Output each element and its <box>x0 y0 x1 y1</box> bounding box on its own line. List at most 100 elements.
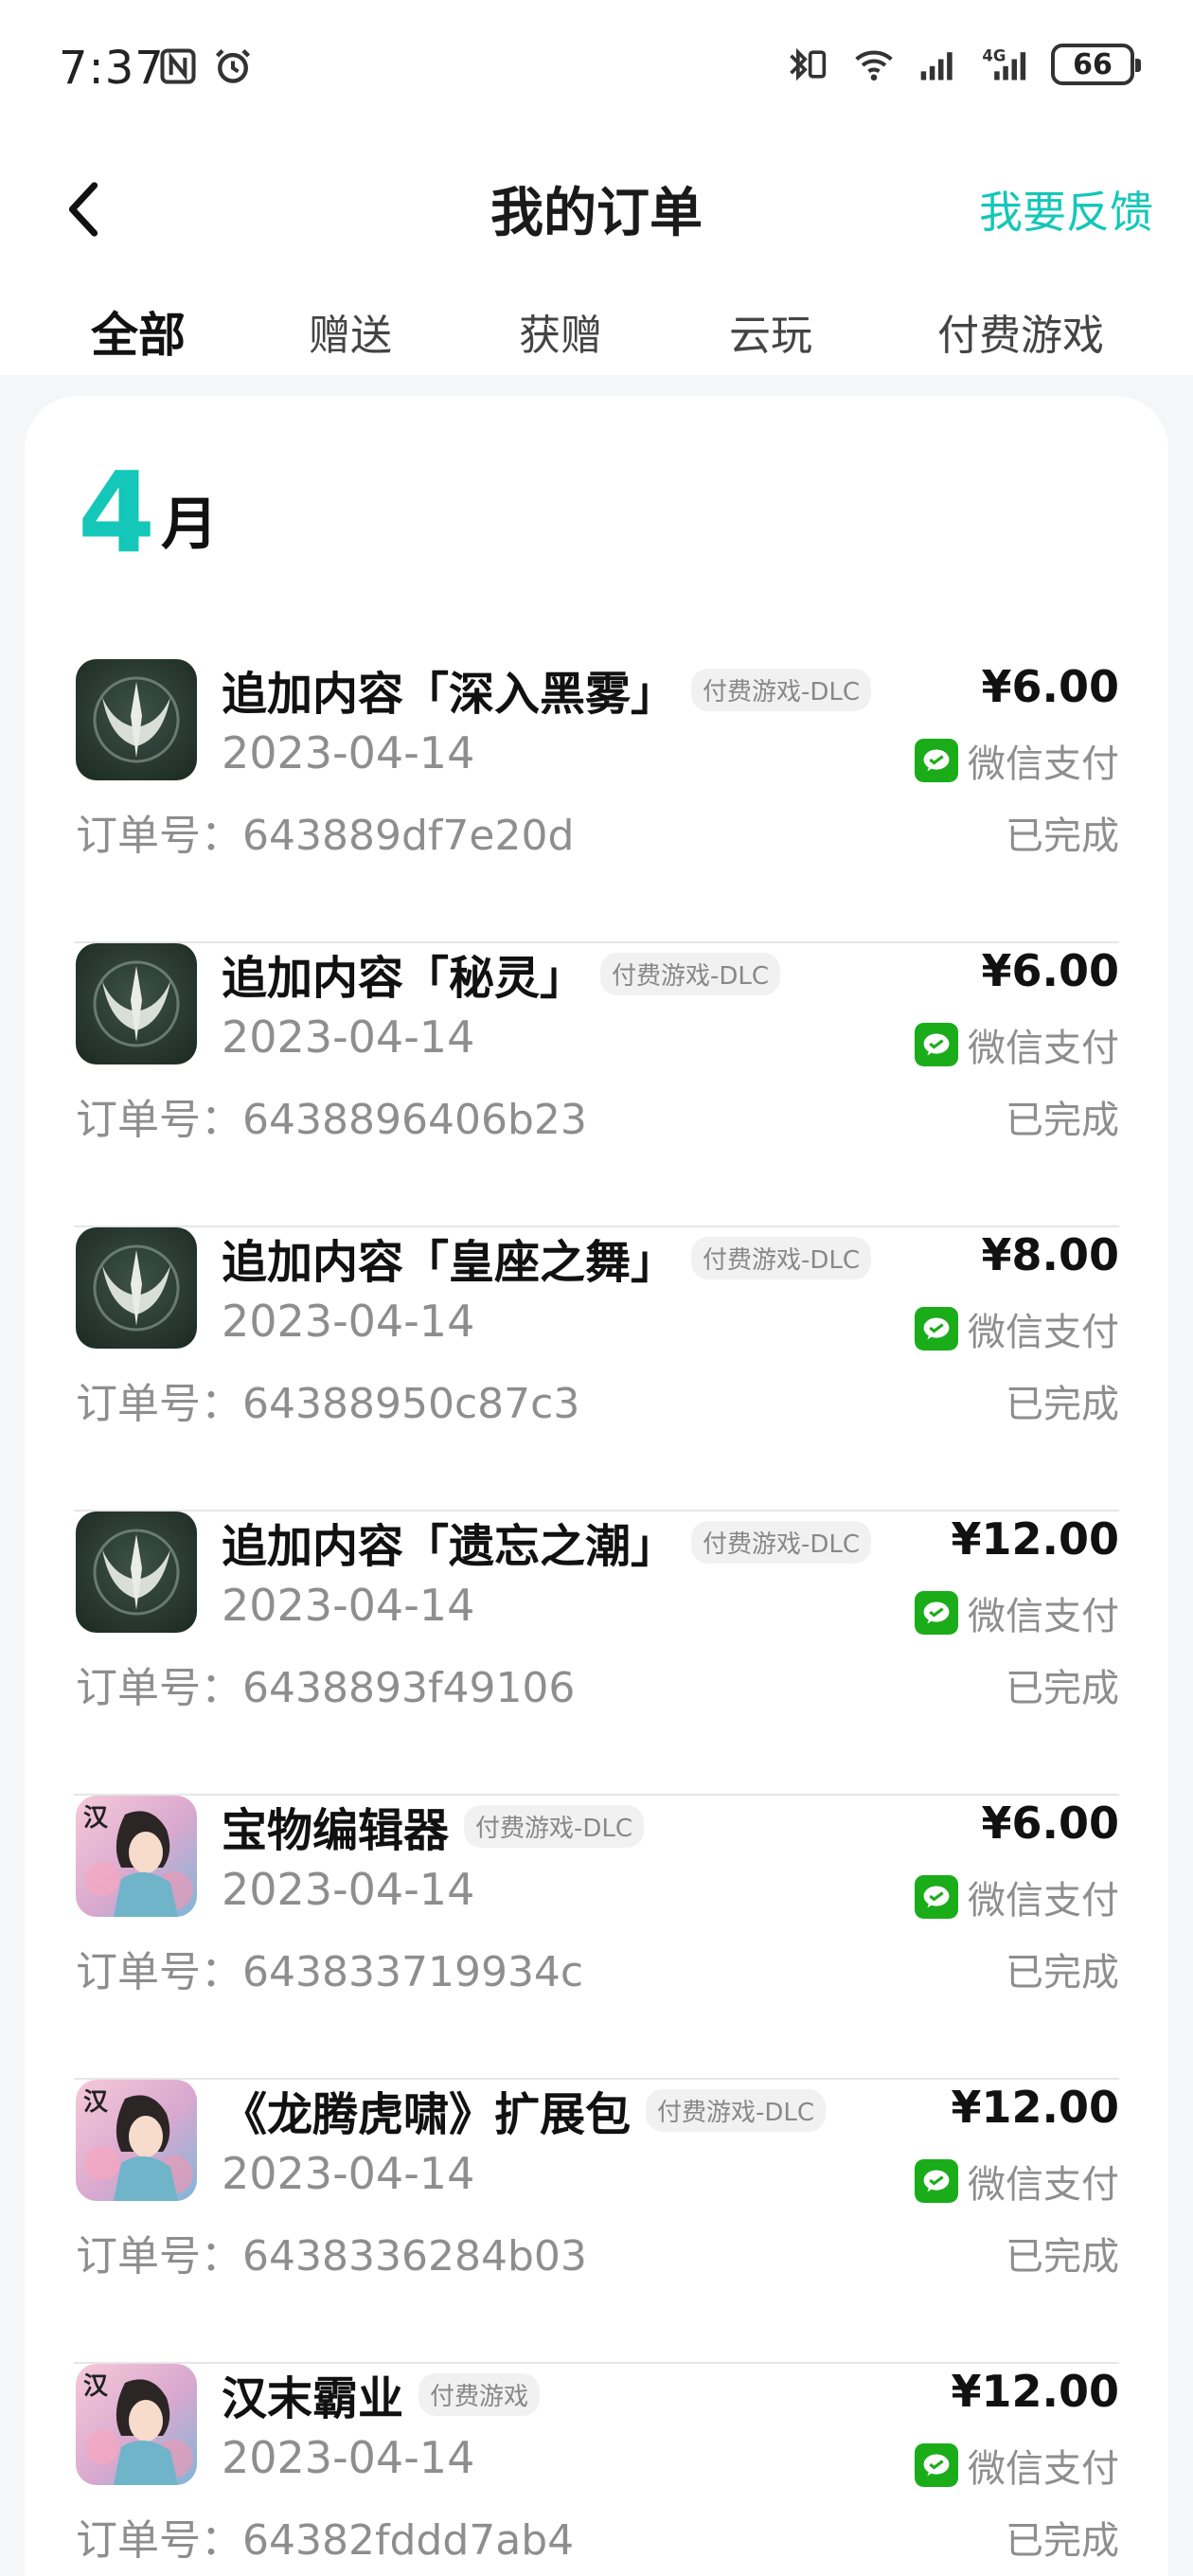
payment-label: 微信支付 <box>968 2447 1119 2491</box>
order-date: 2023-04-14 <box>222 1296 475 1347</box>
order-status: 已完成 <box>1006 1383 1119 1426</box>
order-tag: 付费游戏-DLC <box>646 2088 827 2132</box>
order-tag: 付费游戏-DLC <box>691 1520 872 1564</box>
order-status: 已完成 <box>1006 814 1119 858</box>
tab-label: 赠送 <box>309 312 392 360</box>
payment-label: 微信支付 <box>968 1595 1119 1638</box>
order-name: 追加内容「皇座之舞」 <box>222 1236 677 1289</box>
order-item[interactable]: 追加内容「秘灵」 付费游戏-DLC 2023-04-14 ¥6.00 微信支付 … <box>74 943 1119 1227</box>
dark-trident-game-icon <box>76 1512 197 1633</box>
signal-icon <box>920 52 953 80</box>
order-tag: 付费游戏-DLC <box>691 1236 872 1279</box>
order-item[interactable]: 追加内容「皇座之舞」 付费游戏-DLC 2023-04-14 ¥8.00 微信支… <box>74 1227 1119 1512</box>
payment-method: 微信支付 <box>915 733 1119 788</box>
dark-trident-game-icon <box>76 943 197 1064</box>
order-number-prefix: 订单号： <box>76 1948 242 1996</box>
payment-method: 微信支付 <box>915 1585 1119 1640</box>
payment-method: 微信支付 <box>915 2438 1119 2493</box>
bluetooth-vibrate-icon <box>790 47 827 81</box>
order-name: 追加内容「深入黑雾」 <box>222 668 677 721</box>
order-item[interactable]: 汉末霸业 付费游戏 2023-04-14 ¥12.00 微信支付 订单号：643… <box>74 2364 1119 2576</box>
payment-label: 微信支付 <box>968 1879 1119 1923</box>
nfc-icon <box>160 48 196 84</box>
order-tag: 付费游戏-DLC <box>600 952 781 995</box>
order-number-prefix: 订单号： <box>76 1664 242 1712</box>
tab-gift[interactable]: 赠送 <box>309 301 392 362</box>
tab-received[interactable]: 获赠 <box>519 301 602 362</box>
order-number-prefix: 订单号： <box>76 812 242 860</box>
order-name-row: 追加内容「遗忘之潮」 付费游戏-DLC <box>222 1512 872 1573</box>
order-status: 已完成 <box>1006 1951 1119 1995</box>
order-number: 订单号：6438893f49106 <box>76 1654 575 1714</box>
order-number-prefix: 订单号： <box>76 2232 242 2281</box>
alarm-icon <box>215 48 251 83</box>
payment-method: 微信支付 <box>915 1301 1119 1356</box>
svg-text:4G: 4G <box>982 46 1006 64</box>
order-item[interactable]: 《龙腾虎啸》扩展包 付费游戏-DLC 2023-04-14 ¥12.00 微信支… <box>74 2080 1119 2364</box>
order-number-prefix: 订单号： <box>76 1096 242 1144</box>
order-number-value: 64382fddd7ab4 <box>242 2516 575 2565</box>
tab-label: 付费游戏 <box>937 312 1104 360</box>
han-heroine-game-icon <box>76 1796 197 1917</box>
order-name-row: 宝物编辑器 付费游戏-DLC <box>222 1796 645 1857</box>
order-number-value: 6438896406b23 <box>242 1096 587 1144</box>
order-price: ¥12.00 <box>951 1513 1119 1565</box>
order-price: ¥12.00 <box>951 2082 1119 2133</box>
order-item[interactable]: 宝物编辑器 付费游戏-DLC 2023-04-14 ¥6.00 微信支付 订单号… <box>74 1796 1119 2080</box>
order-price: ¥8.00 <box>981 1229 1119 1280</box>
wechat-pay-icon <box>915 2159 958 2203</box>
wechat-pay-icon <box>915 1307 958 1351</box>
order-date: 2023-04-14 <box>222 1580 475 1631</box>
order-number-value: 64388950c87c3 <box>242 1380 580 1428</box>
order-number-value: 6438893f49106 <box>242 1664 576 1712</box>
back-button[interactable] <box>55 176 112 242</box>
order-number-value: 643833719934c <box>242 1948 584 1996</box>
order-name: 追加内容「秘灵」 <box>222 952 586 1005</box>
payment-method: 微信支付 <box>915 2154 1119 2209</box>
payment-method: 微信支付 <box>915 1017 1119 1072</box>
order-number-prefix: 订单号： <box>76 1380 242 1428</box>
payment-label: 微信支付 <box>968 742 1119 786</box>
han-heroine-game-icon <box>76 2364 197 2485</box>
order-number: 订单号：643889df7e20d <box>76 801 574 862</box>
signal-4g-icon: 4G <box>982 46 1026 80</box>
order-tag: 付费游戏-DLC <box>691 668 872 711</box>
order-name: 《龙腾虎啸》扩展包 <box>222 2088 632 2141</box>
battery-indicator: 66 <box>1051 44 1141 85</box>
order-status: 已完成 <box>1006 1667 1119 1710</box>
order-tag: 付费游戏-DLC <box>464 1804 645 1848</box>
wechat-pay-icon <box>915 2443 958 2487</box>
wechat-pay-icon <box>915 1875 958 1919</box>
tab-paid-games[interactable]: 付费游戏 <box>937 301 1104 362</box>
order-number-value: 6438336284b03 <box>242 2232 587 2281</box>
tab-cloud-play[interactable]: 云玩 <box>729 301 812 362</box>
page-header: 我的订单 我要反馈 <box>0 133 1193 284</box>
tab-all[interactable]: 全部 <box>87 297 189 366</box>
dark-trident-game-icon <box>76 1227 197 1349</box>
order-name: 追加内容「遗忘之潮」 <box>222 1520 677 1573</box>
han-heroine-game-icon <box>76 2080 197 2201</box>
month-header: 4 月 <box>78 456 218 568</box>
feedback-link[interactable]: 我要反馈 <box>979 178 1153 241</box>
wifi-icon <box>855 50 893 81</box>
order-item[interactable]: 追加内容「深入黑雾」 付费游戏-DLC 2023-04-14 ¥6.00 微信支… <box>74 659 1119 943</box>
order-price: ¥6.00 <box>981 945 1119 996</box>
order-status: 已完成 <box>1006 2235 1119 2279</box>
order-number: 订单号：64382fddd7ab4 <box>76 2506 574 2567</box>
order-status: 已完成 <box>1006 2519 1119 2563</box>
order-item[interactable]: 追加内容「遗忘之潮」 付费游戏-DLC 2023-04-14 ¥12.00 微信… <box>74 1512 1119 1796</box>
order-name-row: 《龙腾虎啸》扩展包 付费游戏-DLC <box>222 2080 827 2141</box>
order-date: 2023-04-14 <box>222 2148 475 2199</box>
order-name-row: 追加内容「秘灵」 付费游戏-DLC <box>222 943 781 1005</box>
month-unit: 月 <box>161 492 219 558</box>
wechat-pay-icon <box>915 1591 958 1635</box>
status-left-icons <box>157 45 254 87</box>
order-number: 订单号：6438336284b03 <box>76 2222 587 2282</box>
battery-level: 66 <box>1073 47 1113 81</box>
order-date: 2023-04-14 <box>222 727 475 778</box>
chevron-left-icon <box>68 182 98 237</box>
tab-label: 全部 <box>91 308 186 363</box>
dark-trident-game-icon <box>76 659 197 780</box>
payment-label: 微信支付 <box>968 2163 1119 2207</box>
order-date: 2023-04-14 <box>222 1011 475 1063</box>
